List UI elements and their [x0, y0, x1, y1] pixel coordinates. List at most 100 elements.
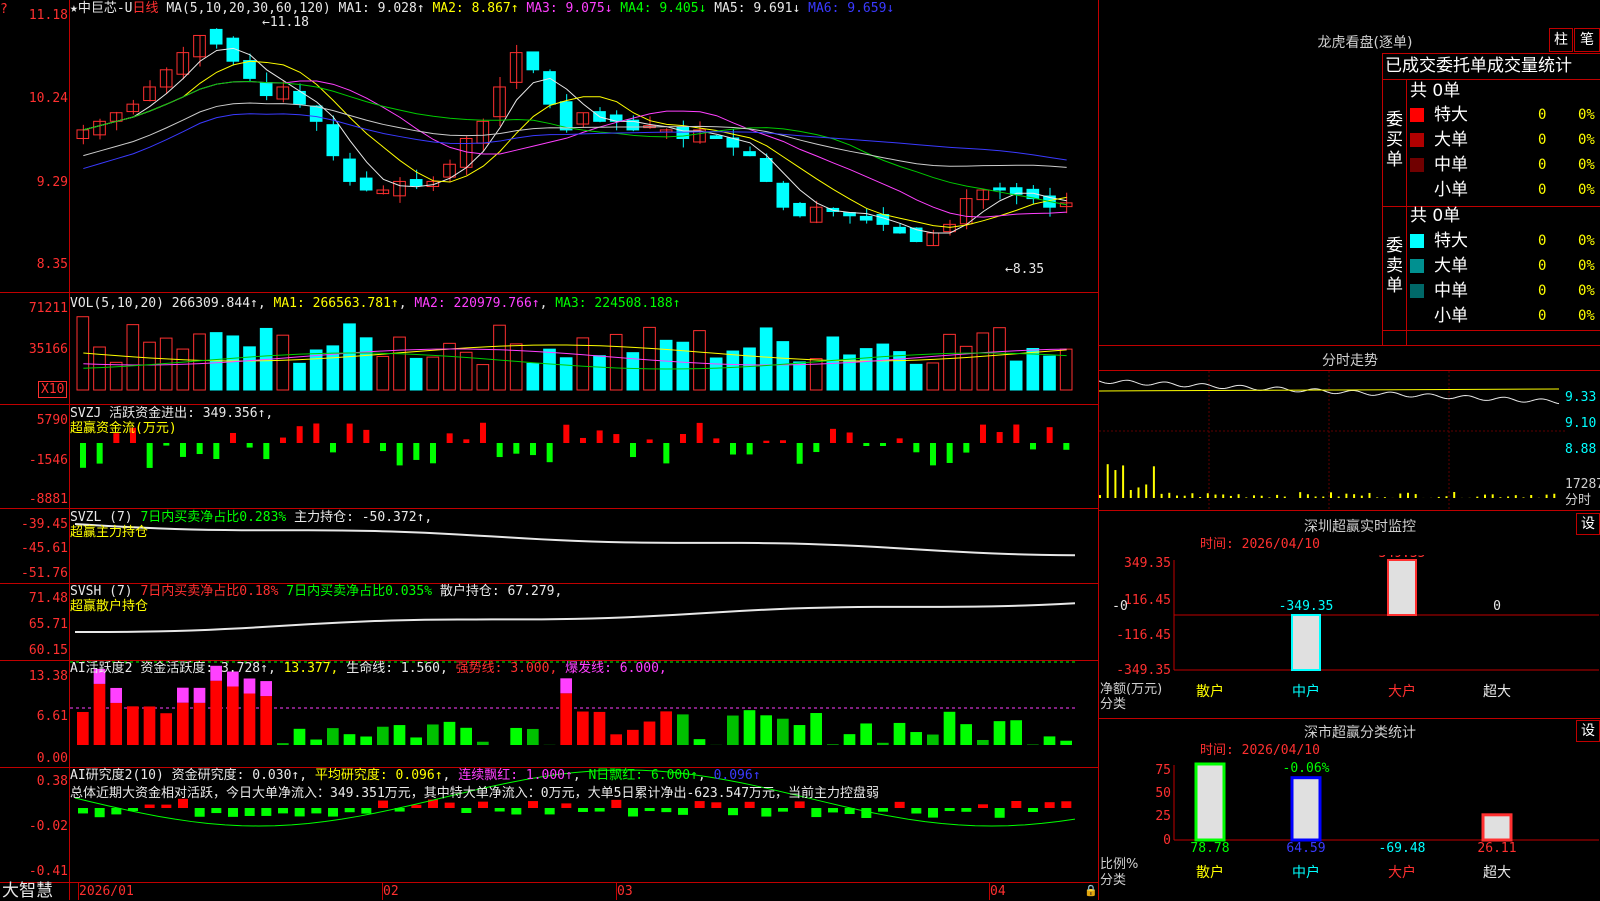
svzj-axis-1: 5790	[0, 414, 68, 428]
svsh-axis-1: 71.48	[0, 592, 68, 606]
volume-bar	[477, 365, 489, 390]
flow-bar	[97, 443, 103, 464]
svzl-axis-3: -51.76	[0, 567, 68, 581]
activity-bar	[910, 732, 922, 745]
row-count: 0	[1538, 133, 1546, 148]
candlestick-chart[interactable]	[70, 0, 1076, 292]
volume-bar	[927, 363, 939, 390]
flow-bar	[863, 443, 869, 446]
activity-bar	[377, 727, 389, 745]
sell-row-small: 小单 0 0%	[1410, 304, 1600, 328]
activity-bar	[194, 688, 206, 703]
candle-body	[860, 216, 872, 220]
flow-bar	[680, 434, 686, 443]
classify-settings-button[interactable]: 设	[1576, 720, 1600, 742]
price-axis-1: 11.18	[0, 9, 68, 23]
research-bar	[78, 808, 88, 813]
activity-bar	[927, 735, 939, 745]
volume-bar	[877, 344, 889, 390]
candle-body	[794, 203, 806, 215]
research-bar	[978, 804, 988, 808]
intraday-volume-bar	[1553, 494, 1555, 498]
svzj-value: 活跃资金进出: 349.356↑	[109, 406, 265, 421]
flow-bar	[880, 443, 886, 446]
period-label[interactable]: 日线	[132, 1, 158, 16]
tick-view-button[interactable]: 笔	[1574, 28, 1600, 52]
sell-row-large: 大单 0 0%	[1410, 254, 1600, 278]
svzj-axis-2: -1546	[0, 454, 68, 468]
monitor-settings-button[interactable]: 设	[1576, 513, 1600, 535]
date-label-3: 03	[617, 884, 633, 899]
intraday-chart[interactable]	[1099, 371, 1565, 509]
intraday-volume-bar	[1515, 495, 1517, 498]
activity-bar	[344, 734, 356, 745]
vol-unit-badge: X10	[38, 381, 67, 398]
activity-bar	[760, 715, 772, 745]
intraday-axis-1: 9.33	[1565, 390, 1596, 405]
svsh-axis-2: 65.71	[0, 618, 68, 632]
ai2-axis-1: 0.38	[0, 775, 68, 789]
research-bar	[578, 808, 588, 812]
intraday-volume-bar	[1191, 493, 1193, 498]
intraday-volume-bar	[1523, 497, 1525, 498]
activity-bar	[777, 719, 789, 745]
date-tick	[989, 883, 990, 900]
intraday-volume-bar	[1253, 495, 1255, 498]
candle-body	[360, 178, 372, 190]
bar-value-label: -0	[1112, 599, 1128, 614]
research-bar	[1028, 808, 1038, 812]
svzj-subtitle: 超赢资金流(万元)	[70, 421, 177, 436]
research-bar	[745, 802, 755, 808]
row-pct: 0%	[1578, 284, 1595, 299]
dragon-subtitle: 已成交委托单成交量统计	[1385, 56, 1572, 76]
research-bar	[211, 808, 221, 813]
activity-bar	[110, 688, 122, 703]
flow-bar	[313, 423, 319, 443]
ai2-t5: 0.096↑	[714, 768, 761, 783]
buy-orders-label: 委买单	[1386, 110, 1404, 170]
bar-view-button[interactable]: 柱	[1549, 28, 1573, 52]
intraday-volume-bar	[1261, 496, 1263, 498]
svzl-text2: 主力持仓: -50.372↑,	[294, 510, 432, 525]
activity-bar	[610, 734, 622, 745]
divider	[1098, 345, 1600, 346]
research-bar	[611, 800, 621, 808]
volume-bar	[944, 334, 956, 390]
research-bar	[878, 808, 888, 812]
row-pct: 0%	[1578, 158, 1595, 173]
activity-bar	[744, 710, 756, 745]
research-bar	[511, 808, 521, 814]
activity-bar	[110, 703, 122, 745]
row-name: 小单	[1434, 179, 1468, 201]
flow-bar	[1047, 427, 1053, 443]
axis-tick-label: 116.45	[1124, 593, 1171, 608]
flow-bar	[630, 443, 636, 457]
intraday-volume-bar	[1453, 492, 1455, 498]
flow-bar	[780, 440, 786, 443]
ai-activity-chart[interactable]	[70, 661, 1076, 767]
volume-bar	[444, 343, 456, 390]
bar-value-label: 78.78	[1190, 841, 1229, 856]
lock-icon[interactable]: 🔒	[1084, 883, 1098, 898]
volume-bar	[860, 349, 872, 390]
activity-bar	[860, 723, 872, 745]
classify-side-label-1: 比例%	[1100, 857, 1138, 872]
intraday-volume-bar	[1307, 494, 1309, 498]
classify-bar-chart[interactable]: 755025078.78散户64.59中户-69.48大户26.11超大-0.0…	[1099, 760, 1599, 900]
research-bar	[628, 808, 638, 817]
activity-bar	[677, 714, 689, 745]
research-bar	[778, 808, 788, 812]
candle-body	[377, 190, 389, 194]
flow-bar	[730, 443, 736, 455]
axis-tick-label: 25	[1155, 809, 1171, 824]
ai2-t3: 连续飘红: 1.000↑	[458, 768, 573, 783]
volume-bar	[660, 340, 672, 390]
intraday-volume-bar	[1345, 494, 1347, 498]
monitor-bar-chart[interactable]: 349.35116.45-116.45-349.35-0散户-349.35中户3…	[1099, 555, 1599, 720]
flow-bar	[797, 443, 803, 464]
intraday-volume-bar	[1284, 497, 1286, 498]
activity-bar	[560, 693, 572, 745]
activity-bar	[810, 713, 822, 745]
volume-bar	[94, 347, 106, 390]
volume-bar	[594, 356, 606, 390]
